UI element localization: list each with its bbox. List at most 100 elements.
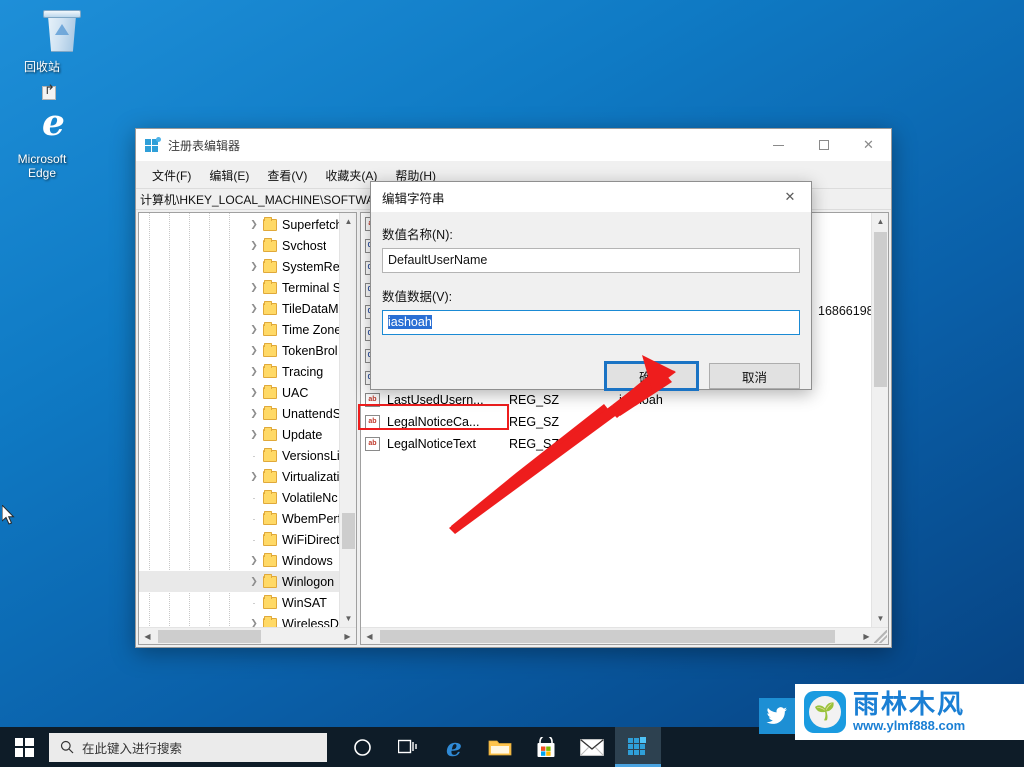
tree-scrollbar-thumb[interactable] bbox=[342, 513, 355, 549]
search-input[interactable]: 在此键入进行搜索 bbox=[49, 732, 327, 762]
menu-view[interactable]: 查看(V) bbox=[259, 164, 315, 187]
tree-item-winlogon[interactable]: ❯ Winlogon bbox=[139, 571, 339, 592]
values-scroll-left-arrow[interactable]: ◀ bbox=[361, 628, 378, 645]
chevron-right-icon[interactable]: ❯ bbox=[247, 261, 261, 272]
tree-item-svchost[interactable]: ❯ Svchost bbox=[139, 235, 339, 256]
desktop-icon-microsoft-edge[interactable]: e Microsoft Edge bbox=[4, 86, 80, 180]
minimize-button[interactable] bbox=[756, 129, 801, 162]
folder-icon bbox=[263, 300, 277, 315]
value-name: LegalNoticeText bbox=[387, 437, 476, 451]
value-data-selected-text: iashoah bbox=[388, 315, 432, 329]
chevron-right-icon[interactable]: ❯ bbox=[247, 282, 261, 293]
tree-item-versionsli[interactable]: · VersionsLi bbox=[139, 445, 339, 466]
chevron-right-icon[interactable]: ❯ bbox=[247, 471, 261, 482]
values-scroll-right-arrow[interactable]: ▶ bbox=[858, 628, 875, 645]
folder-icon bbox=[263, 489, 277, 504]
values-scrollbar-thumb[interactable] bbox=[874, 232, 887, 387]
menu-edit[interactable]: 编辑(E) bbox=[201, 164, 257, 187]
tree-item-superfetch[interactable]: ❯ Superfetch bbox=[139, 214, 339, 235]
menu-file[interactable]: 文件(F) bbox=[144, 164, 199, 187]
folder-icon bbox=[263, 279, 277, 294]
tree-item-tokenbrol[interactable]: ❯ TokenBrol bbox=[139, 340, 339, 361]
regedit-icon[interactable] bbox=[615, 727, 661, 767]
chevron-right-icon[interactable]: ❯ bbox=[247, 324, 261, 335]
values-horizontal-scrollbar[interactable]: ◀ ▶ bbox=[361, 627, 888, 644]
chevron-right-icon[interactable]: ❯ bbox=[247, 618, 261, 627]
desktop-icon-label-line2: Edge bbox=[27, 166, 57, 180]
folder-icon bbox=[263, 342, 277, 357]
tree-item-tiledatam[interactable]: ❯ TileDataM bbox=[139, 298, 339, 319]
tree-item-unattends[interactable]: ❯ UnattendS bbox=[139, 403, 339, 424]
tree-leaf-marker: · bbox=[252, 513, 256, 524]
window-titlebar[interactable]: 注册表编辑器 ✕ bbox=[136, 129, 891, 162]
chevron-right-icon[interactable]: ❯ bbox=[247, 240, 261, 251]
task-view-icon[interactable] bbox=[385, 727, 431, 767]
edge-icon[interactable]: e bbox=[431, 727, 477, 767]
tree-scroll-left-arrow[interactable]: ◀ bbox=[139, 628, 156, 645]
chevron-right-icon[interactable]: ❯ bbox=[247, 387, 261, 398]
chevron-right-icon[interactable]: ❯ bbox=[247, 345, 261, 356]
tree-item-wbemperf[interactable]: · WbemPerf bbox=[139, 508, 339, 529]
tree-item-uac[interactable]: ❯ UAC bbox=[139, 382, 339, 403]
tree-scroll-down-arrow[interactable]: ▼ bbox=[340, 610, 356, 627]
tree-item-wifidirect[interactable]: · WiFiDirect bbox=[139, 529, 339, 550]
desktop-icon-recycle-bin[interactable]: 回收站 bbox=[4, 8, 81, 74]
ok-button[interactable]: 确定 bbox=[606, 363, 697, 389]
value-row[interactable]: ab LastUsedUsern... REG_SZ iashoah bbox=[361, 389, 871, 411]
cortana-icon[interactable] bbox=[339, 727, 385, 767]
start-button[interactable] bbox=[0, 727, 48, 767]
seedling-logo-icon: 🌱 bbox=[804, 691, 846, 733]
tree-item-virtualizati[interactable]: ❯ Virtualizati bbox=[139, 466, 339, 487]
resize-grip[interactable] bbox=[874, 630, 887, 643]
tree-item-label: TokenBrol bbox=[282, 343, 338, 358]
chevron-right-icon[interactable]: ❯ bbox=[247, 219, 261, 230]
chevron-right-icon[interactable]: ❯ bbox=[247, 303, 261, 314]
tree-hscrollbar-thumb[interactable] bbox=[158, 630, 261, 643]
tree-item-label: Winlogon bbox=[282, 574, 335, 589]
value-name-input[interactable]: DefaultUserName bbox=[382, 248, 800, 273]
folder-icon bbox=[263, 468, 277, 483]
tree-item-time-zone[interactable]: ❯ Time Zone bbox=[139, 319, 339, 340]
microsoft-store-icon[interactable] bbox=[523, 727, 569, 767]
values-vertical-scrollbar[interactable]: ▲ ▼ bbox=[871, 213, 888, 627]
chevron-right-icon[interactable]: ❯ bbox=[247, 555, 261, 566]
tree-item-windows[interactable]: ❯ Windows bbox=[139, 550, 339, 571]
tree-item-tracing[interactable]: ❯ Tracing bbox=[139, 361, 339, 382]
tree-item-terminal-s[interactable]: ❯ Terminal S bbox=[139, 277, 339, 298]
tree-item-label: SystemRes bbox=[282, 259, 339, 274]
value-data-input[interactable]: iashoah bbox=[382, 310, 800, 335]
tree-item-label: Update bbox=[282, 427, 323, 442]
tree-item-winsat[interactable]: · WinSAT bbox=[139, 592, 339, 613]
address-path: 计算机\HKEY_LOCAL_MACHINE\SOFTWA bbox=[140, 192, 375, 207]
file-explorer-icon[interactable] bbox=[477, 727, 523, 767]
watermark-url: www.ylmf888.com bbox=[853, 718, 966, 733]
tree-horizontal-scrollbar[interactable]: ◀ ▶ bbox=[139, 627, 356, 644]
chevron-right-icon[interactable]: ❯ bbox=[247, 366, 261, 377]
chevron-right-icon[interactable]: ❯ bbox=[247, 408, 261, 419]
maximize-button[interactable] bbox=[801, 129, 846, 162]
value-row[interactable]: ab LegalNoticeCa... REG_SZ bbox=[361, 411, 871, 433]
registry-tree-pane: ❯ Superfetch ❯ Svchost ❯ SystemRes ❯ Terminal S… bbox=[138, 212, 357, 645]
twitter-icon bbox=[759, 698, 795, 734]
mail-icon[interactable] bbox=[569, 727, 615, 767]
tree-item-systemres[interactable]: ❯ SystemRes bbox=[139, 256, 339, 277]
value-row[interactable]: ab LegalNoticeText REG_SZ bbox=[361, 433, 871, 455]
cancel-button[interactable]: 取消 bbox=[709, 363, 800, 389]
tree-scroll-right-arrow[interactable]: ▶ bbox=[339, 628, 356, 645]
dialog-titlebar[interactable]: 编辑字符串 ✕ bbox=[371, 182, 811, 212]
values-scroll-up-arrow[interactable]: ▲ bbox=[872, 213, 888, 230]
values-hscrollbar-thumb[interactable] bbox=[380, 630, 835, 643]
registry-tree-list[interactable]: ❯ Superfetch ❯ Svchost ❯ SystemRes ❯ Terminal S… bbox=[139, 213, 339, 627]
tree-item-update[interactable]: ❯ Update bbox=[139, 424, 339, 445]
values-scroll-down-arrow[interactable]: ▼ bbox=[872, 610, 888, 627]
chevron-right-icon[interactable]: ❯ bbox=[247, 576, 261, 587]
partial-value-data: 16866198. bbox=[818, 304, 878, 318]
close-button[interactable]: ✕ bbox=[846, 129, 891, 162]
dialog-close-button[interactable]: ✕ bbox=[769, 182, 811, 212]
tree-scroll-up-arrow[interactable]: ▲ bbox=[340, 213, 356, 230]
value-data-label: 数值数据(V): bbox=[382, 290, 453, 304]
tree-item-volatilenc[interactable]: · VolatileNc bbox=[139, 487, 339, 508]
chevron-right-icon[interactable]: ❯ bbox=[247, 429, 261, 440]
tree-item-wirelessd[interactable]: ❯ WirelessD bbox=[139, 613, 339, 627]
tree-vertical-scrollbar[interactable]: ▲ ▼ bbox=[339, 213, 356, 627]
